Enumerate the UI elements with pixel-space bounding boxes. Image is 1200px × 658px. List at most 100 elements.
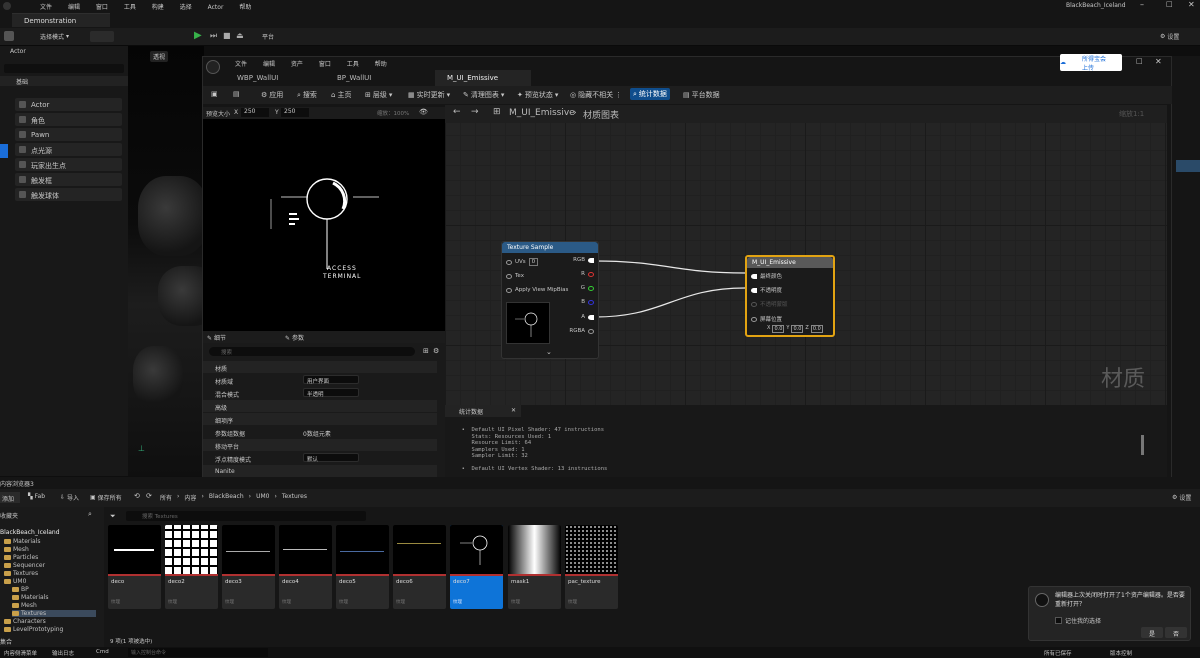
tree-item[interactable]: Materials bbox=[12, 594, 49, 601]
fab-button[interactable]: ▚ Fab bbox=[28, 493, 45, 500]
yes-button[interactable]: 是 bbox=[1141, 627, 1163, 638]
console-input[interactable]: 输入控制台命令 bbox=[128, 648, 268, 657]
cmd-button[interactable]: Cmd bbox=[96, 649, 109, 655]
asset-tile[interactable]: deco5 纹理 bbox=[336, 525, 389, 609]
pin-opacity[interactable]: 不透明度 bbox=[751, 286, 782, 294]
pin-uvs[interactable]: UVs 0 bbox=[506, 258, 539, 266]
settings-button[interactable]: ⚙ 设置 bbox=[1160, 32, 1179, 41]
live-update-button[interactable]: ▦ 实时更新 ▾ bbox=[408, 90, 450, 100]
me-menu-file[interactable]: 文件 bbox=[235, 61, 247, 68]
apply-button[interactable]: ⚙ 应用 bbox=[261, 90, 283, 100]
uv-value[interactable]: 0 bbox=[528, 258, 539, 266]
pin-mip-bias[interactable]: Apply View MipBias bbox=[506, 287, 568, 293]
maximize-icon[interactable]: □ bbox=[1136, 57, 1143, 65]
asset-tile-selected[interactable]: deco7 纹理 bbox=[450, 525, 503, 609]
blend-mode-select[interactable]: 半透明 bbox=[303, 388, 359, 398]
pin-final-color[interactable]: 最终颜色 bbox=[751, 272, 782, 280]
texture-sample-node[interactable]: Texture Sample UVs 0 Tex Apply View MipBi… bbox=[501, 241, 599, 359]
float-precision-select[interactable]: 默认 bbox=[303, 453, 359, 463]
menu-help[interactable]: 帮助 bbox=[239, 4, 251, 11]
material-graph[interactable]: ← → ⊞ M_UI_Emissive › 材质图表 缩放1:1 Texture… bbox=[445, 105, 1167, 405]
crumb[interactable]: Textures bbox=[282, 493, 307, 502]
hide-unrelated-button[interactable]: ◎ 隐藏不相关 ⋮ bbox=[570, 90, 622, 100]
minimize-icon[interactable]: – bbox=[1140, 0, 1144, 9]
details-search-input[interactable]: 搜索 bbox=[209, 347, 415, 356]
remember-choice[interactable]: 记住我的选择 bbox=[1055, 616, 1101, 625]
close-icon[interactable]: ✕ bbox=[1155, 57, 1162, 66]
me-menu-asset[interactable]: 资产 bbox=[291, 61, 303, 68]
filter-icon[interactable]: ⏷ bbox=[110, 512, 116, 521]
preview-x-input[interactable]: 250 bbox=[241, 108, 269, 117]
platform-button[interactable]: 平台 bbox=[262, 32, 274, 41]
play-icon[interactable]: ▶ bbox=[194, 30, 202, 41]
tree-item[interactable]: Sequencer bbox=[4, 562, 45, 569]
tree-item[interactable]: Materials bbox=[4, 538, 41, 545]
tab-m-ui-emissive[interactable]: M_UI_Emissive bbox=[435, 70, 531, 86]
asset-tile[interactable]: deco2 纹理 bbox=[165, 525, 218, 609]
section-fine-order[interactable]: 细项序 bbox=[203, 413, 437, 425]
material-result-node[interactable]: M_UI_Emissive 最终颜色 不透明度 不透明蒙版 屏幕位置 X 0.0 … bbox=[745, 255, 835, 337]
add-content-button[interactable] bbox=[90, 31, 114, 42]
section-advanced[interactable]: 高级 bbox=[203, 400, 437, 412]
remember-checkbox[interactable] bbox=[1055, 617, 1062, 624]
eye-icon[interactable]: 👁 bbox=[419, 108, 428, 116]
menu-edit[interactable]: 编辑 bbox=[68, 4, 80, 11]
tree-item[interactable]: LevelPrototyping bbox=[4, 626, 63, 633]
menu-file[interactable]: 文件 bbox=[40, 4, 52, 11]
history-forward-icon[interactable]: ⟳ bbox=[146, 492, 152, 500]
search-icon[interactable]: ⌕ bbox=[88, 510, 92, 519]
platform-stats-button[interactable]: ▤ 平台数据 bbox=[683, 90, 720, 100]
asset-search-input[interactable]: 搜索 Textures bbox=[126, 511, 366, 521]
import-button[interactable]: ⇩ 导入 bbox=[60, 493, 79, 502]
browse-button[interactable]: ▤ bbox=[233, 90, 240, 98]
pin-g[interactable]: G bbox=[581, 285, 594, 291]
close-icon[interactable]: ✕ bbox=[511, 407, 516, 414]
tab-parameters[interactable]: ✎ 参数 bbox=[285, 333, 304, 342]
tree-item[interactable]: Particles bbox=[4, 554, 38, 561]
menu-tools[interactable]: 工具 bbox=[124, 4, 136, 11]
output-log-button[interactable]: 输出日志 bbox=[52, 649, 74, 657]
right-panel-selection[interactable] bbox=[1176, 160, 1200, 172]
crumb[interactable]: 所有 bbox=[160, 493, 172, 502]
tree-item[interactable]: BP bbox=[12, 586, 29, 593]
me-menu-tools[interactable]: 工具 bbox=[347, 61, 359, 68]
level-viewport[interactable]: 透视 ⊥ bbox=[128, 46, 204, 476]
unreal-logo-icon[interactable] bbox=[3, 2, 11, 10]
actor-item-trigger-sphere[interactable]: 触发球体 bbox=[15, 188, 122, 201]
stats-tab[interactable]: 统计数据 bbox=[445, 405, 521, 417]
no-button[interactable]: 否 bbox=[1165, 627, 1187, 638]
save-all-button[interactable]: ▣ 保存所有 bbox=[90, 493, 122, 502]
tree-item-selected[interactable]: Textures bbox=[12, 610, 96, 617]
add-button[interactable]: 添加 bbox=[0, 492, 20, 503]
tree-root[interactable]: BlackBeach_Iceland bbox=[0, 529, 60, 536]
perspective-button[interactable]: 透视 bbox=[150, 51, 169, 62]
tab-details[interactable]: ✎ 细节 bbox=[207, 333, 226, 342]
pin-rgb[interactable]: RGB bbox=[573, 257, 594, 263]
preview-y-input[interactable]: 250 bbox=[281, 108, 309, 117]
clean-graph-button[interactable]: ✎ 清理图表 ▾ bbox=[463, 90, 504, 100]
tree-item[interactable]: Characters bbox=[4, 618, 46, 625]
pin-r[interactable]: R bbox=[581, 271, 594, 277]
x-value[interactable]: 0.0 bbox=[772, 325, 785, 333]
home-button[interactable]: ⌂ 主页 bbox=[331, 90, 351, 100]
actor-item-actor[interactable]: Actor bbox=[15, 98, 122, 111]
asset-tile[interactable]: deco4 纹理 bbox=[279, 525, 332, 609]
actor-item-point-light[interactable]: 点光源 bbox=[15, 143, 122, 156]
content-drawer-button[interactable]: 内容侧滑菜单 bbox=[4, 649, 37, 657]
eject-icon[interactable]: ⏏ bbox=[236, 31, 244, 40]
me-menu-edit[interactable]: 编辑 bbox=[263, 61, 275, 68]
material-domain-select[interactable]: 用户界面 bbox=[303, 375, 359, 385]
tree-item[interactable]: UM0 bbox=[4, 578, 26, 585]
z-value[interactable]: 0.0 bbox=[810, 325, 823, 333]
menu-actor[interactable]: Actor bbox=[208, 4, 224, 11]
stats-scrollbar[interactable] bbox=[1141, 435, 1144, 455]
save-button[interactable]: ▣ bbox=[211, 90, 218, 98]
stop-icon[interactable]: ■ bbox=[223, 31, 231, 40]
asset-tile[interactable]: deco3 纹理 bbox=[222, 525, 275, 609]
y-value[interactable]: 0.0 bbox=[791, 325, 804, 333]
tree-item[interactable]: Mesh bbox=[4, 546, 29, 553]
maximize-icon[interactable]: □ bbox=[1166, 0, 1173, 8]
source-control-button[interactable]: 版本控制 bbox=[1110, 649, 1132, 657]
section-nanite[interactable]: Nanite bbox=[203, 465, 437, 477]
cb-settings-button[interactable]: ⚙ 设置 bbox=[1172, 493, 1191, 502]
